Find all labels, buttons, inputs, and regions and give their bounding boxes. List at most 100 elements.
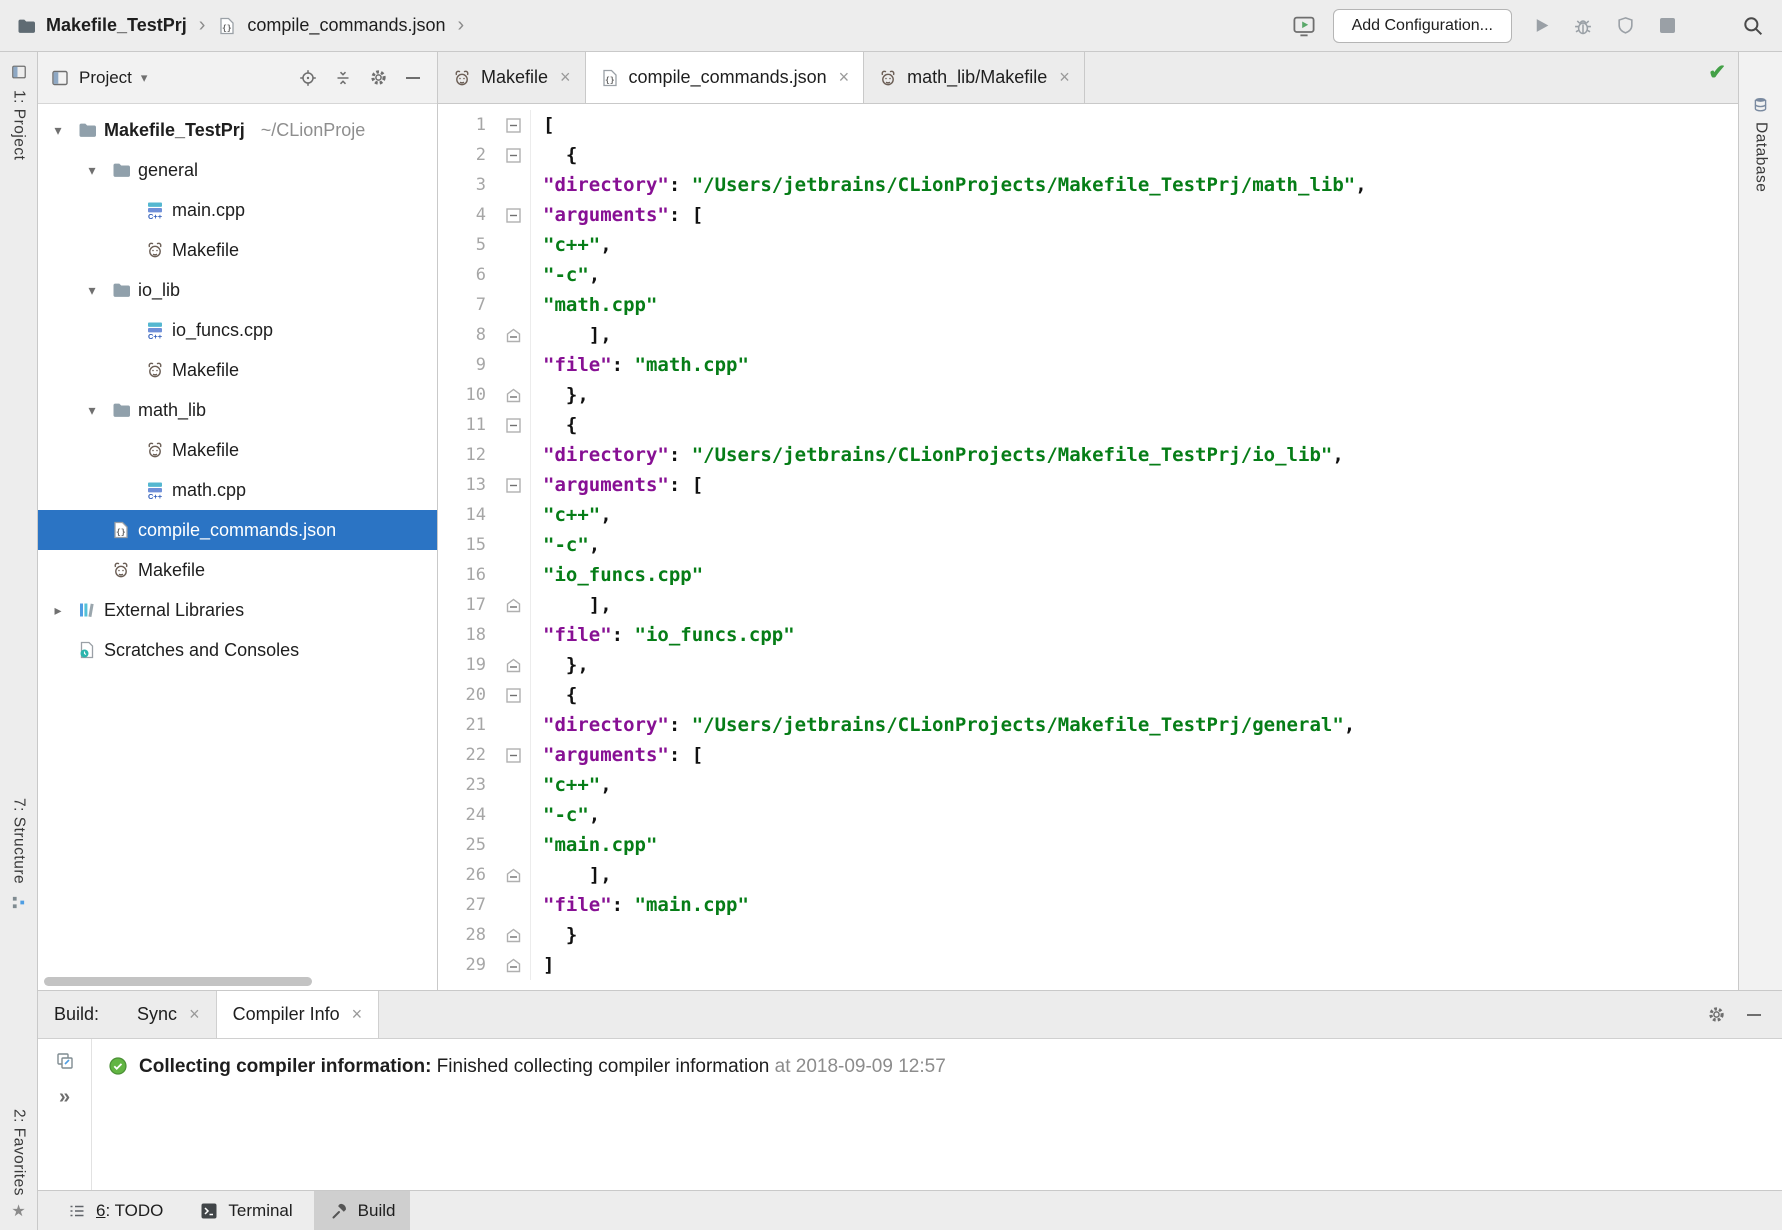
fold-end-icon[interactable] — [496, 928, 530, 943]
code-line-27[interactable]: 27 "file": "main.cpp" — [438, 890, 1738, 920]
code-line-2[interactable]: 2 { — [438, 140, 1738, 170]
fold-end-icon[interactable] — [496, 658, 530, 673]
fold-end-icon[interactable] — [496, 958, 530, 973]
code-line-11[interactable]: 11 { — [438, 410, 1738, 440]
export-output-icon[interactable] — [55, 1051, 75, 1071]
code-line-15[interactable]: 15 "-c", — [438, 530, 1738, 560]
editor-tab-math-lib-makefile[interactable]: math_lib/Makefile× — [864, 52, 1085, 103]
chevron-right-icon[interactable]: ▸ — [46, 602, 70, 619]
code-line-21[interactable]: 21 "directory": "/Users/jetbrains/CLionP… — [438, 710, 1738, 740]
tree-item-io-lib[interactable]: ▾io_lib — [38, 270, 437, 310]
close-icon[interactable]: × — [189, 1004, 200, 1025]
chevron-down-icon[interactable]: ▾ — [80, 402, 104, 419]
code-line-26[interactable]: 26 ], — [438, 860, 1738, 890]
code-line-24[interactable]: 24 "-c", — [438, 800, 1738, 830]
tree-item-main-cpp[interactable]: C++main.cpp — [38, 190, 437, 230]
more-tool-icons-chevron[interactable]: » — [59, 1087, 70, 1107]
tool-button-project[interactable]: 1: Project — [0, 62, 37, 160]
code-line-6[interactable]: 6 "-c", — [438, 260, 1738, 290]
code-line-13[interactable]: 13 "arguments": [ — [438, 470, 1738, 500]
code-line-20[interactable]: 20 { — [438, 680, 1738, 710]
code-line-10[interactable]: 10 }, — [438, 380, 1738, 410]
fold-end-icon[interactable] — [496, 868, 530, 883]
locate-file-icon[interactable] — [298, 68, 318, 88]
tree-item-makefile[interactable]: Makefile — [38, 350, 437, 390]
tree-item-makefile[interactable]: Makefile — [38, 550, 437, 590]
close-icon[interactable]: × — [1059, 67, 1070, 88]
tree-item-general[interactable]: ▾general — [38, 150, 437, 190]
fold-start-icon[interactable] — [496, 748, 530, 763]
code-line-18[interactable]: 18 "file": "io_funcs.cpp" — [438, 620, 1738, 650]
code-line-23[interactable]: 23 "c++", — [438, 770, 1738, 800]
run-icon[interactable] — [1528, 13, 1554, 39]
tree-item-math-lib[interactable]: ▾math_lib — [38, 390, 437, 430]
close-icon[interactable]: × — [560, 67, 571, 88]
code-line-7[interactable]: 7 "math.cpp" — [438, 290, 1738, 320]
code-line-28[interactable]: 28 } — [438, 920, 1738, 950]
close-icon[interactable]: × — [352, 1004, 363, 1025]
code-line-17[interactable]: 17 ], — [438, 590, 1738, 620]
coverage-icon[interactable] — [1612, 13, 1638, 39]
search-everywhere-icon[interactable] — [1740, 13, 1766, 39]
chevron-down-icon[interactable]: ▾ — [46, 122, 70, 139]
code-line-4[interactable]: 4 "arguments": [ — [438, 200, 1738, 230]
fold-start-icon[interactable] — [496, 118, 530, 133]
breadcrumb-project[interactable]: Makefile_TestPrj — [46, 15, 187, 36]
gear-icon[interactable] — [368, 68, 388, 88]
run-tool-window-icon[interactable] — [1291, 13, 1317, 39]
tree-item-makefile[interactable]: Makefile — [38, 230, 437, 270]
code-line-3[interactable]: 3 "directory": "/Users/jetbrains/CLionPr… — [438, 170, 1738, 200]
code-line-25[interactable]: 25 "main.cpp" — [438, 830, 1738, 860]
fold-start-icon[interactable] — [496, 208, 530, 223]
tool-button-todo[interactable]: 6: TODO — [52, 1191, 178, 1230]
fold-end-icon[interactable] — [496, 388, 530, 403]
code-editor[interactable]: 1[2 {3 "directory": "/Users/jetbrains/CL… — [438, 104, 1738, 990]
tool-button-favorites[interactable]: 2: Favorites ★ — [0, 1109, 37, 1220]
tree-item-scratches-and-consoles[interactable]: Scratches and Consoles — [38, 630, 437, 670]
build-tab-compiler-info[interactable]: Compiler Info× — [216, 991, 380, 1038]
code-line-8[interactable]: 8 ], — [438, 320, 1738, 350]
chevron-down-icon[interactable]: ▾ — [141, 70, 148, 86]
tree-item-io-funcs-cpp[interactable]: C++io_funcs.cpp — [38, 310, 437, 350]
chevron-down-icon[interactable]: ▾ — [80, 282, 104, 299]
chevron-down-icon[interactable]: ▾ — [80, 162, 104, 179]
close-icon[interactable]: × — [839, 67, 850, 88]
code-line-1[interactable]: 1[ — [438, 110, 1738, 140]
code-line-16[interactable]: 16 "io_funcs.cpp" — [438, 560, 1738, 590]
fold-start-icon[interactable] — [496, 148, 530, 163]
tool-button-build[interactable]: Build — [314, 1191, 411, 1230]
debug-icon[interactable] — [1570, 13, 1596, 39]
build-tab-sync[interactable]: Sync× — [121, 991, 216, 1038]
tree-item-external-libraries[interactable]: ▸External Libraries — [38, 590, 437, 630]
add-configuration-button[interactable]: Add Configuration... — [1333, 9, 1512, 43]
tool-button-database[interactable]: Database — [1739, 94, 1782, 192]
code-line-22[interactable]: 22 "arguments": [ — [438, 740, 1738, 770]
tree-item-math-cpp[interactable]: C++math.cpp — [38, 470, 437, 510]
fold-end-icon[interactable] — [496, 328, 530, 343]
code-line-14[interactable]: 14 "c++", — [438, 500, 1738, 530]
collapse-all-icon[interactable] — [333, 68, 353, 88]
editor-tab-makefile[interactable]: Makefile× — [438, 52, 586, 103]
tree-item-makefile-testprj[interactable]: ▾Makefile_TestPrj~/CLionProje — [38, 110, 437, 150]
hide-panel-icon[interactable] — [403, 68, 423, 88]
fold-start-icon[interactable] — [496, 688, 530, 703]
breadcrumb-file[interactable]: compile_commands.json — [247, 15, 445, 36]
code-line-19[interactable]: 19 }, — [438, 650, 1738, 680]
tree-item-compile-commands-json[interactable]: {}compile_commands.json — [38, 510, 437, 550]
tool-button-terminal[interactable]: Terminal — [184, 1191, 307, 1230]
gear-icon[interactable] — [1706, 1005, 1726, 1025]
hide-panel-icon[interactable] — [1744, 1005, 1764, 1025]
editor-tab-compile-commands-json[interactable]: {}compile_commands.json× — [586, 52, 865, 103]
code-line-12[interactable]: 12 "directory": "/Users/jetbrains/CLionP… — [438, 440, 1738, 470]
horizontal-scrollbar[interactable] — [44, 977, 312, 986]
fold-end-icon[interactable] — [496, 598, 530, 613]
stop-icon[interactable] — [1654, 13, 1680, 39]
fold-start-icon[interactable] — [496, 418, 530, 433]
tree-item-makefile[interactable]: Makefile — [38, 430, 437, 470]
fold-start-icon[interactable] — [496, 478, 530, 493]
code-line-29[interactable]: 29] — [438, 950, 1738, 980]
code-line-5[interactable]: 5 "c++", — [438, 230, 1738, 260]
code-line-9[interactable]: 9 "file": "math.cpp" — [438, 350, 1738, 380]
tool-button-structure[interactable]: 7: Structure — [0, 798, 37, 912]
project-panel-title[interactable]: Project — [79, 68, 132, 88]
